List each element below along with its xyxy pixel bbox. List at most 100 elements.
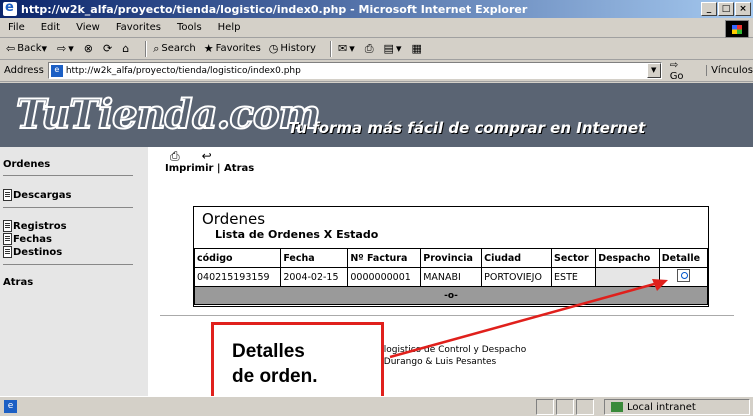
table-footer: -o- <box>194 286 708 305</box>
favorites-icon: ★ <box>203 42 214 55</box>
history-icon: ◷ <box>268 42 279 55</box>
back-arrow-icon: ⇦ <box>6 42 16 55</box>
menu-tools[interactable]: Tools <box>169 22 210 33</box>
title-bar: http://w2k_alfa/proyecto/tienda/logistic… <box>0 0 753 18</box>
status-zone: Local intranet <box>604 399 750 415</box>
despacho-cell <box>595 267 660 287</box>
ie-icon <box>3 0 17 16</box>
status-cell <box>576 399 594 415</box>
orders-table: código Fecha Nº Factura Provincia Ciudad… <box>193 248 709 305</box>
chevron-down-icon: ▾ <box>68 42 74 55</box>
callout-line-2: de orden. <box>232 366 318 387</box>
window-title: http://w2k_alfa/proyecto/tienda/logistic… <box>21 2 528 16</box>
table-footer-row: -o- <box>194 286 708 305</box>
sidebar-item-atras[interactable]: Atras <box>3 277 33 288</box>
table-cell: ESTE <box>551 267 597 287</box>
table-cell: PORTOVIEJO <box>481 267 553 287</box>
maximize-button[interactable]: □ <box>718 2 734 16</box>
sidebar-divider <box>3 207 133 208</box>
search-icon: ⌕ <box>153 41 160 55</box>
links-button[interactable]: Vínculos <box>706 65 753 76</box>
magnifier-icon[interactable] <box>676 269 690 282</box>
status-cell <box>556 399 574 415</box>
menu-edit[interactable]: Edit <box>33 22 68 33</box>
print-button[interactable]: ⎙ <box>365 42 376 56</box>
mail-icon: ✉ <box>337 42 348 55</box>
chevron-down-icon: ▾ <box>395 42 402 55</box>
printer-icon[interactable]: ⎙ <box>170 149 180 164</box>
chevron-down-icon: ▾ <box>41 42 48 55</box>
detalle-cell <box>658 267 709 287</box>
menu-help[interactable]: Help <box>210 22 249 33</box>
menu-favorites[interactable]: Favorites <box>108 22 169 33</box>
menu-view[interactable]: View <box>68 22 108 33</box>
forward-button[interactable]: ⇨ ▾ <box>57 42 76 55</box>
edit-icon: ▤ <box>383 42 394 55</box>
action-icons: ⎙ ↩ <box>170 149 212 164</box>
minimize-button[interactable]: _ <box>701 2 717 16</box>
sidebar-item-descargas[interactable]: Descargas <box>3 189 72 201</box>
menu-bar: File Edit View Favorites Tools Help <box>0 18 753 38</box>
address-url: http://w2k_alfa/proyecto/tienda/logistic… <box>65 65 301 76</box>
menu-file[interactable]: File <box>0 22 33 33</box>
go-button[interactable]: ⇨ Go <box>670 60 694 82</box>
column-header: Sector <box>551 248 597 268</box>
column-header: Despacho <box>595 248 660 268</box>
table-cell: 040215193159 <box>193 267 282 287</box>
site-tagline: Tu forma más fácil de comprar en Interne… <box>288 119 646 137</box>
footer-line-1: dor logistico de Control y Despacho <box>366 345 527 355</box>
forward-arrow-icon: ⇨ <box>57 42 67 55</box>
discuss-icon: ▦ <box>411 42 422 55</box>
back-button[interactable]: ⇦ Back ▾ <box>6 42 49 55</box>
status-bar: e Local intranet <box>0 396 753 416</box>
windows-logo-icon <box>725 20 749 38</box>
address-input[interactable]: e http://w2k_alfa/proyecto/tienda/logist… <box>47 62 662 79</box>
sidebar-item-registros[interactable]: Registros <box>3 220 67 232</box>
stop-button[interactable]: ⊗ <box>84 42 95 55</box>
column-header: Ciudad <box>481 248 553 268</box>
refresh-icon: ⟳ <box>103 42 113 55</box>
table-header-row: código Fecha Nº Factura Provincia Ciudad… <box>193 248 709 268</box>
address-label: Address <box>4 65 44 76</box>
toolbar-separator <box>145 40 148 57</box>
annotation-callout: Detalles de orden. <box>211 322 384 396</box>
mail-button[interactable]: ✉ ▾ <box>338 42 357 55</box>
site-logo[interactable]: TuTienda.com <box>15 90 322 139</box>
document-icon <box>3 233 12 245</box>
table-cell: 0000000001 <box>347 267 422 287</box>
toolbar-separator <box>329 40 332 57</box>
discuss-button[interactable]: ▦ <box>411 42 423 55</box>
page-content: TuTienda.com Tu forma más fácil de compr… <box>0 83 753 396</box>
site-banner: TuTienda.com Tu forma más fácil de compr… <box>0 83 753 147</box>
sidebar-item-ordenes[interactable]: Ordenes <box>3 159 50 170</box>
column-header: Fecha <box>280 248 349 268</box>
intranet-icon <box>611 402 623 412</box>
back-icon[interactable]: ↩ <box>202 149 212 164</box>
status-cell <box>536 399 554 415</box>
sidebar-item-destinos[interactable]: Destinos <box>3 246 62 258</box>
table-row: 040215193159 2004-02-15 0000000001 MANAB… <box>193 267 709 287</box>
home-icon: ⌂ <box>122 42 130 55</box>
address-bar: Address e http://w2k_alfa/proyecto/tiend… <box>0 60 753 82</box>
panel-subtitle: Lista de Ordenes X Estado <box>215 228 379 241</box>
close-button[interactable]: × <box>735 2 751 16</box>
document-icon <box>3 246 12 258</box>
footer-line-2: ner Durango & Luis Pesantes <box>366 357 497 367</box>
action-links[interactable]: Imprimir | Atras <box>165 163 254 174</box>
address-dropdown-button[interactable]: ▼ <box>646 63 661 78</box>
refresh-button[interactable]: ⟳ <box>103 42 114 55</box>
history-button[interactable]: ◷ History <box>269 42 316 55</box>
favorites-button[interactable]: ★ Favorites <box>204 42 261 55</box>
edit-button[interactable]: ▤ ▾ <box>384 42 404 55</box>
divider <box>160 315 734 316</box>
search-button[interactable]: ⌕ Search <box>153 42 196 56</box>
document-icon <box>3 220 12 232</box>
sidebar-divider <box>3 175 133 176</box>
sidebar-item-fechas[interactable]: Fechas <box>3 233 52 245</box>
document-icon <box>3 189 12 201</box>
home-button[interactable]: ⌂ <box>122 42 131 55</box>
page-icon: e <box>50 64 63 77</box>
status-page-icon: e <box>4 400 17 413</box>
table-cell: 2004-02-15 <box>280 267 349 287</box>
column-header: Nº Factura <box>347 248 422 268</box>
